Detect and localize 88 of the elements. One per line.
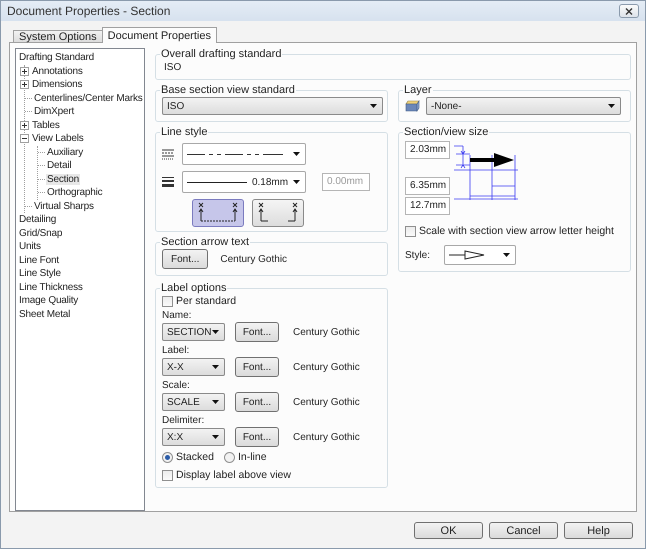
group-title: Base section view standard xyxy=(160,84,296,96)
tree-item[interactable]: Auxiliary xyxy=(46,146,84,158)
checkbox[interactable]: Per standard xyxy=(162,295,381,307)
font-name: Century Gothic xyxy=(293,326,360,338)
caret-icon xyxy=(370,104,377,108)
line-style-icon xyxy=(162,148,174,160)
dropdown[interactable]: SCALE xyxy=(162,393,225,411)
line-thickness-icon xyxy=(162,176,174,188)
line-sample-icon xyxy=(187,180,247,184)
standard-value: ISO xyxy=(163,62,182,73)
caret-icon xyxy=(608,104,615,108)
caret-icon xyxy=(212,400,219,404)
tree-item[interactable]: Orthographic xyxy=(46,187,104,198)
dropdown[interactable]: -None- xyxy=(426,97,621,115)
radio-button[interactable]: Stacked xyxy=(162,451,214,463)
close-icon xyxy=(625,8,633,14)
font-button[interactable]: Font... xyxy=(235,427,279,447)
font-name: Century Gothic xyxy=(293,362,360,372)
group-title: Label options xyxy=(160,282,228,294)
tree-item[interactable]: View Labels xyxy=(31,133,85,144)
tree-item[interactable]: Line Font xyxy=(18,254,60,266)
tree-item[interactable]: Grid/Snap xyxy=(18,228,64,239)
tree-item[interactable]: Section xyxy=(46,174,80,185)
size-field[interactable]: 6.35mm xyxy=(405,177,450,195)
dialog-button[interactable]: Cancel xyxy=(489,522,558,539)
field-label: Scale: xyxy=(162,380,190,391)
dropdown[interactable]: X:X xyxy=(162,428,225,446)
font-button[interactable]: Font... xyxy=(235,322,279,342)
checkbox[interactable]: Scale with section view arrow letter height xyxy=(405,225,624,237)
tree-item[interactable]: Annotations xyxy=(31,66,84,77)
tree-item[interactable]: Detailing xyxy=(18,214,58,226)
collapse-icon[interactable] xyxy=(20,134,29,144)
close-button[interactable] xyxy=(619,4,639,18)
line-style-dropdown[interactable] xyxy=(182,143,306,165)
caret-icon xyxy=(212,435,219,439)
field-label: Delimiter: xyxy=(162,415,204,426)
tree-item[interactable]: Dimensions xyxy=(31,79,84,90)
dropdown[interactable]: ISO xyxy=(162,97,383,115)
tree-item[interactable]: Image Quality xyxy=(18,295,80,306)
tab[interactable]: Document Properties xyxy=(102,27,217,43)
expand-icon[interactable] xyxy=(20,66,29,76)
line-thickness-dropdown[interactable]: 0.18mm xyxy=(182,171,306,193)
group-title: Overall drafting standard xyxy=(160,48,282,60)
expand-icon[interactable] xyxy=(20,120,29,130)
group-title: Section/view size xyxy=(403,126,490,138)
group-title: Section arrow text xyxy=(160,236,250,248)
size-field[interactable]: 12.7mm xyxy=(405,197,450,215)
tree-item[interactable]: Line Thickness xyxy=(18,282,84,293)
tree-item[interactable]: Virtual Sharps xyxy=(33,200,95,212)
radio-button[interactable]: In-line xyxy=(224,451,267,463)
size-field[interactable]: 2.03mm xyxy=(405,141,450,159)
window-title: Document Properties - Section xyxy=(7,4,170,18)
arrow-style-dropdown[interactable] xyxy=(444,245,516,265)
expand-icon[interactable] xyxy=(20,80,29,90)
tree-item[interactable]: Drafting Standard xyxy=(18,52,95,64)
font-button[interactable]: Font... xyxy=(162,249,208,269)
checkbox[interactable]: Display label above view xyxy=(162,469,381,481)
caret-icon xyxy=(212,365,219,369)
font-button[interactable]: Font... xyxy=(235,357,279,377)
dialog-button[interactable]: Help xyxy=(564,522,633,539)
arrow-style-button[interactable] xyxy=(192,199,244,227)
layers-icon xyxy=(405,100,420,112)
font-name: Century Gothic xyxy=(293,432,360,442)
font-button[interactable]: Font... xyxy=(235,392,279,412)
tree-item[interactable]: Sheet Metal xyxy=(18,308,72,320)
tree-item[interactable]: Line Style xyxy=(18,268,62,280)
field-label: Label: xyxy=(162,345,190,356)
group-title: Line style xyxy=(160,126,208,138)
tree-item[interactable]: Detail xyxy=(46,160,72,172)
tree-item[interactable]: Centerlines/Center Marks xyxy=(33,92,144,104)
font-name: Century Gothic xyxy=(220,254,288,264)
font-name: Century Gothic xyxy=(293,396,360,408)
tree-item[interactable]: DimXpert xyxy=(33,106,76,118)
dialog-button[interactable]: OK xyxy=(414,522,483,539)
group-title: Layer xyxy=(403,84,433,96)
caret-icon xyxy=(293,180,300,184)
field-label: Style: xyxy=(405,250,430,260)
dash-pattern-icon xyxy=(187,152,283,156)
caret-icon xyxy=(503,253,510,257)
caret-icon xyxy=(293,152,300,156)
arrow-style-button[interactable] xyxy=(252,199,304,227)
tab[interactable]: System Options xyxy=(13,30,103,43)
caret-icon xyxy=(212,330,219,334)
dropdown[interactable]: SECTION xyxy=(162,323,225,341)
field-label: Name: xyxy=(162,310,192,321)
tree-item[interactable]: Tables xyxy=(31,120,61,131)
tree-item[interactable]: Units xyxy=(18,241,42,252)
dropdown[interactable]: X-X xyxy=(162,358,225,376)
